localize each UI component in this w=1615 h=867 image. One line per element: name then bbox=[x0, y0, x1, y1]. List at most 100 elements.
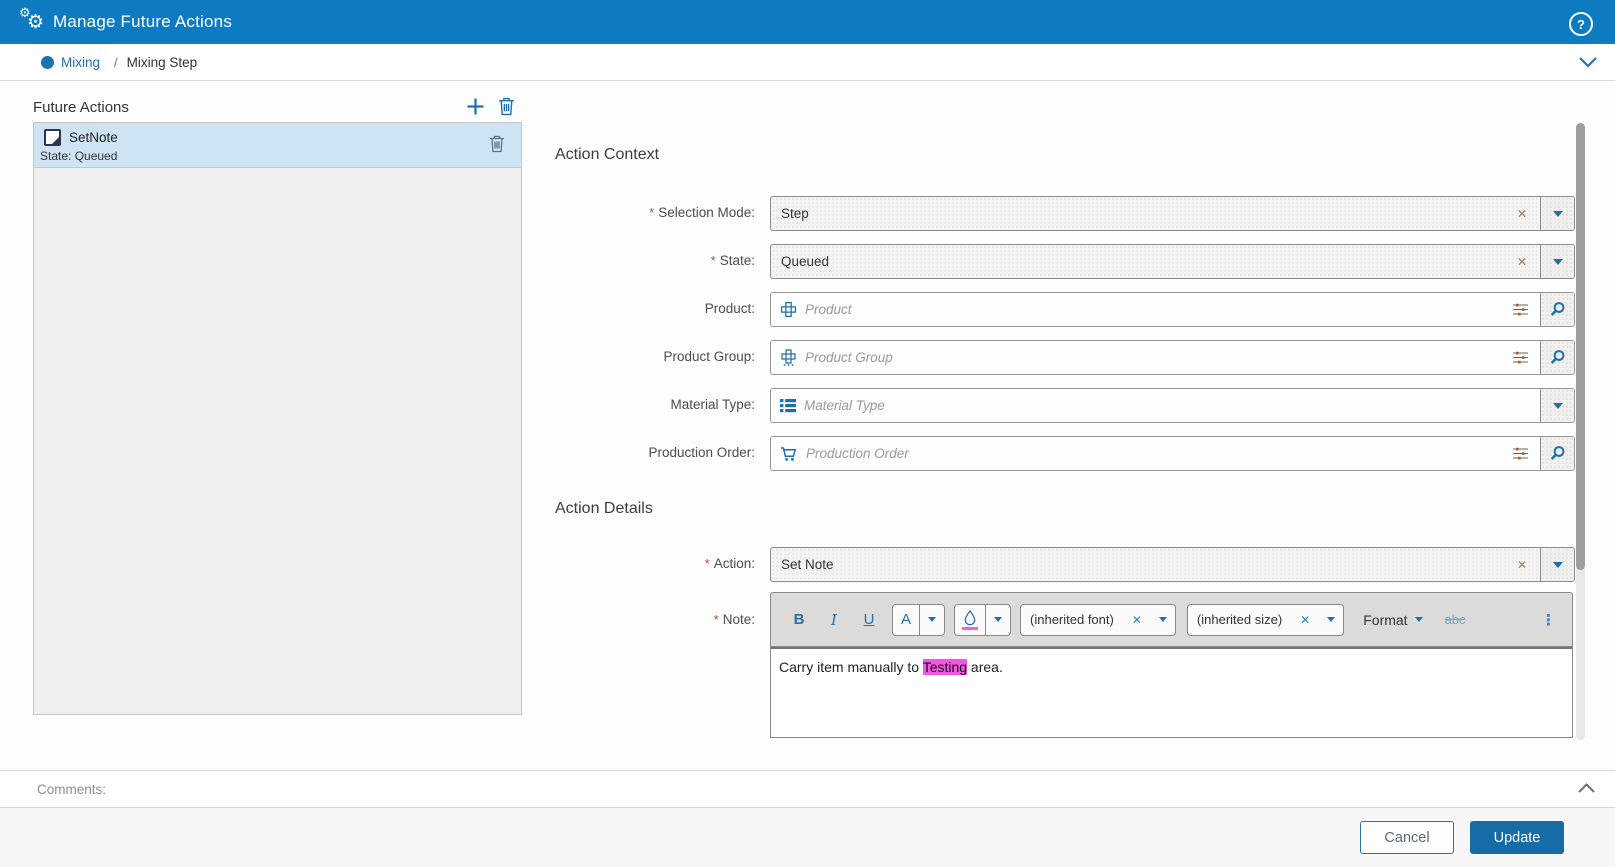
clear-icon[interactable]: ✕ bbox=[1504, 207, 1540, 221]
caret-down-icon bbox=[928, 617, 936, 622]
product-group-row: Product Group: Product Group bbox=[555, 340, 1573, 373]
required-marker: * bbox=[705, 556, 710, 571]
action-field[interactable]: Set Note ✕ bbox=[770, 547, 1575, 582]
list-item-name: SetNote bbox=[69, 130, 118, 145]
delete-actions-icon[interactable] bbox=[498, 97, 515, 116]
state-label: *State: bbox=[555, 244, 755, 277]
caret-down-icon bbox=[1159, 617, 1167, 622]
comments-collapse-icon[interactable] bbox=[1578, 783, 1595, 793]
bold-button[interactable]: B bbox=[787, 611, 811, 628]
underline-button[interactable]: U bbox=[857, 611, 881, 628]
list-item-state: State: Queued bbox=[40, 149, 117, 163]
highlight-color-button[interactable] bbox=[955, 605, 985, 635]
state-field[interactable]: Queued ✕ bbox=[770, 244, 1575, 279]
material-type-label: Material Type: bbox=[555, 388, 755, 421]
material-type-row: Material Type: Material Type bbox=[555, 388, 1573, 421]
cancel-button[interactable]: Cancel bbox=[1360, 821, 1454, 854]
context-dot-icon bbox=[41, 56, 54, 69]
product-group-placeholder: Product Group bbox=[797, 350, 1501, 365]
production-order-search-button[interactable] bbox=[1541, 437, 1574, 470]
clear-icon[interactable]: ✕ bbox=[1291, 605, 1319, 635]
font-size-combo[interactable]: (inherited size) ✕ bbox=[1187, 604, 1344, 636]
breadcrumb-separator: / bbox=[114, 55, 118, 70]
scrollbar-thumb[interactable] bbox=[1576, 123, 1585, 570]
breadcrumb-context[interactable]: Mixing bbox=[61, 55, 100, 70]
list-item[interactable]: SetNote State: Queued bbox=[34, 123, 521, 168]
filter-sliders-icon[interactable] bbox=[1501, 350, 1540, 365]
action-context-heading: Action Context bbox=[555, 146, 659, 164]
help-glyph: ? bbox=[1577, 17, 1585, 32]
required-marker: * bbox=[714, 612, 719, 627]
clear-icon[interactable]: ✕ bbox=[1504, 558, 1540, 572]
clear-icon[interactable]: ✕ bbox=[1504, 255, 1540, 269]
note-row: *Note: B I U A (inherited font) ✕ (inher… bbox=[555, 592, 1573, 738]
product-group-field[interactable]: Product Group bbox=[770, 340, 1575, 375]
font-size-dropdown[interactable] bbox=[1319, 605, 1343, 635]
production-order-placeholder: Production Order bbox=[798, 446, 1501, 461]
font-color-group: A bbox=[892, 604, 945, 636]
note-editor-content[interactable]: Carry item manually to Testing area. bbox=[770, 647, 1573, 738]
production-order-row: Production Order: Production Order bbox=[555, 436, 1573, 469]
action-label: * Action: bbox=[555, 547, 755, 580]
caret-down-icon bbox=[1553, 259, 1563, 265]
format-caret-icon[interactable] bbox=[1415, 617, 1423, 622]
font-color-button[interactable]: A bbox=[893, 605, 919, 635]
highlight-color-swatch bbox=[962, 627, 978, 630]
action-row: * Action: Set Note ✕ bbox=[555, 547, 1573, 580]
label-text: Action: bbox=[714, 556, 755, 571]
selection-mode-dropdown-button[interactable] bbox=[1541, 197, 1574, 230]
page-title: Manage Future Actions bbox=[53, 12, 232, 32]
app-header: ⚙⚙ Manage Future Actions bbox=[0, 0, 1615, 44]
state-dropdown-button[interactable] bbox=[1541, 245, 1574, 278]
font-name-combo[interactable]: (inherited font) ✕ bbox=[1020, 604, 1176, 636]
highlight-color-group bbox=[954, 604, 1011, 636]
highlight-color-dropdown[interactable] bbox=[985, 605, 1010, 635]
action-dropdown-button[interactable] bbox=[1541, 548, 1574, 581]
material-type-field[interactable]: Material Type bbox=[770, 388, 1575, 423]
caret-down-icon bbox=[994, 617, 1002, 622]
filter-sliders-icon[interactable] bbox=[1501, 446, 1540, 461]
strikethrough-button[interactable]: abc bbox=[1445, 612, 1466, 627]
help-icon[interactable]: ? bbox=[1569, 12, 1593, 36]
selection-mode-row: *Selection Mode: Step ✕ bbox=[555, 196, 1573, 229]
search-icon bbox=[1549, 349, 1566, 366]
breadcrumb-current: Mixing Step bbox=[127, 55, 198, 70]
product-row: Product: Product bbox=[555, 292, 1573, 325]
selection-mode-field[interactable]: Step ✕ bbox=[770, 196, 1575, 231]
search-icon bbox=[1549, 301, 1566, 318]
note-label: *Note: bbox=[555, 592, 755, 647]
update-button[interactable]: Update bbox=[1470, 821, 1564, 854]
caret-down-icon bbox=[1553, 403, 1563, 409]
font-name-dropdown[interactable] bbox=[1151, 605, 1175, 635]
product-group-search-button[interactable] bbox=[1541, 341, 1574, 374]
italic-button[interactable]: I bbox=[822, 611, 846, 629]
label-text: Material Type: bbox=[670, 397, 755, 412]
state-value: Queued bbox=[771, 254, 1504, 269]
material-type-placeholder: Material Type bbox=[796, 398, 1540, 413]
product-group-label: Product Group: bbox=[555, 340, 755, 373]
comments-bar[interactable]: Comments: bbox=[0, 770, 1615, 808]
clear-icon[interactable]: ✕ bbox=[1123, 605, 1151, 635]
product-field[interactable]: Product bbox=[770, 292, 1575, 327]
breadcrumb: Mixing / Mixing Step bbox=[0, 44, 1615, 81]
font-color-dropdown[interactable] bbox=[919, 605, 944, 635]
label-text: State: bbox=[720, 253, 755, 268]
comments-label: Comments: bbox=[37, 782, 106, 797]
breadcrumb-collapse-icon[interactable] bbox=[1579, 57, 1597, 68]
material-type-dropdown-button[interactable] bbox=[1541, 389, 1574, 422]
note-text-before: Carry item manually to bbox=[779, 659, 923, 675]
more-options-icon[interactable]: ⋮ bbox=[1541, 611, 1556, 629]
caret-down-icon bbox=[1553, 211, 1563, 217]
product-search-button[interactable] bbox=[1541, 293, 1574, 326]
production-order-field[interactable]: Production Order bbox=[770, 436, 1575, 471]
production-order-cart-icon bbox=[780, 446, 798, 462]
action-details-heading: Action Details bbox=[555, 500, 653, 518]
add-action-icon[interactable] bbox=[466, 97, 485, 116]
label-text: Product Group: bbox=[663, 349, 755, 364]
format-button[interactable]: Format bbox=[1363, 612, 1407, 628]
delete-item-icon[interactable] bbox=[489, 135, 505, 153]
future-actions-list: SetNote State: Queued bbox=[33, 122, 522, 715]
font-name-value: (inherited font) bbox=[1021, 605, 1123, 635]
note-text-highlighted: Testing bbox=[923, 659, 967, 675]
filter-sliders-icon[interactable] bbox=[1501, 302, 1540, 317]
